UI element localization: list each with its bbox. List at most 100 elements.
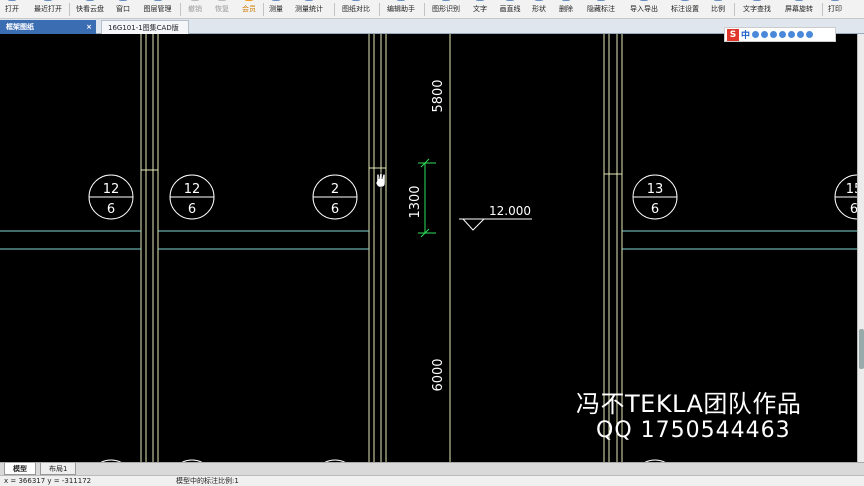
open-icon — [7, 0, 17, 1]
grid-bubble-top: 12 — [103, 182, 120, 197]
input-method-bar[interactable]: S 中 — [724, 27, 836, 42]
toolbar-redo[interactable]: 恢复 — [213, 0, 231, 19]
toolbar-text[interactable]: 文字 — [471, 0, 489, 19]
tab-model[interactable]: 模型 — [4, 463, 36, 475]
dimension-5800: 5800 — [431, 79, 446, 112]
hand-cursor-icon — [375, 172, 386, 188]
tab-16g101-atlas[interactable]: 16G101-1图集CAD版 — [101, 20, 189, 34]
toolbar-separator — [822, 3, 823, 16]
tab-layout-1[interactable]: 布局1 — [40, 463, 77, 475]
dimension-6000: 6000 — [431, 358, 446, 391]
toolbar-layers[interactable]: 图层管理 — [141, 0, 174, 19]
scale-icon — [713, 0, 723, 1]
recognize-icon — [441, 0, 451, 1]
keyboard-icon[interactable] — [779, 31, 787, 38]
compare-icon — [351, 0, 361, 1]
main-toolbar: 打开 最近打开 快看云盘 窗口 图层管理 撤销 恢复 会员 测量 测量统计 图纸… — [0, 0, 864, 19]
stats-icon — [304, 0, 314, 1]
toolbar-open[interactable]: 打开 — [4, 0, 20, 19]
edit-icon — [396, 0, 406, 1]
tab-label: 框架图纸 — [6, 23, 34, 31]
layout-tab-bar: 模型 布局1 — [0, 462, 864, 475]
beam-lines — [0, 230, 857, 250]
cloud-icon — [85, 0, 95, 1]
toolbar-measure[interactable]: 测量 — [267, 0, 285, 19]
cad-viewer-window: 打开 最近打开 快看云盘 窗口 图层管理 撤销 恢复 会员 测量 测量统计 图纸… — [0, 0, 864, 486]
toolbar-find-text[interactable]: 文字查找 — [740, 0, 774, 19]
toolbar-undo[interactable]: 撤销 — [186, 0, 204, 19]
rotate-icon — [794, 0, 804, 1]
toolbar-separator — [334, 3, 335, 16]
grid-bubble-bottom: 6 — [850, 202, 857, 217]
line-icon — [505, 0, 515, 1]
toolbar-separator — [69, 3, 70, 16]
toolbar-import-export[interactable]: 导入导出 — [627, 0, 661, 19]
toolbar-vip[interactable]: 会员 — [240, 0, 258, 19]
toolbar-delete[interactable]: 删除 — [557, 0, 575, 19]
toolbar-scale[interactable]: 比例 — [709, 0, 727, 19]
grid-bubble-bottom: 6 — [107, 202, 115, 217]
toolbar-shape-recognize[interactable]: 图形识别 — [430, 0, 462, 19]
toolbar-separator — [263, 3, 264, 16]
skin-icon[interactable] — [788, 31, 796, 38]
toolbar-separator — [424, 3, 425, 16]
undo-icon — [190, 0, 200, 1]
toolbar-recent[interactable]: 最近打开 — [31, 0, 65, 19]
toolbar-separator — [734, 3, 735, 16]
grid-bubble-top: 2 — [331, 182, 339, 197]
toolbar-hide-annotation[interactable]: 隐藏标注 — [584, 0, 618, 19]
toolbar-separator — [379, 3, 380, 16]
ime-mode[interactable]: 中 — [741, 28, 750, 41]
mic-icon[interactable] — [770, 31, 778, 38]
toolbar-edit-helper[interactable]: 编辑助手 — [385, 0, 417, 19]
hide-icon — [596, 0, 606, 1]
moon-icon[interactable] — [752, 31, 760, 38]
toolbar-compare[interactable]: 图纸对比 — [340, 0, 372, 19]
toolbar-annotation-settings[interactable]: 标注设置 — [668, 0, 702, 19]
elevation-symbol — [459, 218, 532, 231]
watermark-line-1: 冯不TEKLA团队作品 — [576, 390, 802, 418]
ime-logo-icon: S — [727, 28, 739, 41]
annotation-scale: 模型中的标注比例:1 — [176, 477, 239, 485]
toolbar-separator — [180, 3, 181, 16]
toolbar-measure-stats[interactable]: 测量统计 — [292, 0, 326, 19]
crown-icon — [244, 0, 254, 1]
tab-label: 16G101-1图集CAD版 — [108, 24, 179, 32]
delete-icon — [561, 0, 571, 1]
toolbar-window[interactable]: 窗口 — [114, 0, 132, 19]
window-icon — [118, 0, 128, 1]
column-walls — [140, 34, 623, 462]
import-export-icon — [639, 0, 649, 1]
toolbar-cloud[interactable]: 快看云盘 — [73, 0, 107, 19]
shirt-icon[interactable] — [797, 31, 805, 38]
redo-icon — [217, 0, 227, 1]
toolbar-print[interactable]: 打印 — [826, 0, 844, 19]
toolbar-rotate-screen[interactable]: 屏幕旋转 — [782, 0, 816, 19]
scrollbar-thumb[interactable] — [859, 329, 864, 369]
vertical-scrollbar[interactable] — [857, 34, 864, 462]
find-icon — [752, 0, 762, 1]
grid-bubble-top: 15 — [846, 182, 857, 197]
toolbar-shape[interactable]: 形状 — [530, 0, 548, 19]
tab-frame-drawing[interactable]: 框架图纸 × — [0, 20, 96, 34]
punct-icon[interactable] — [761, 31, 769, 38]
toolbar-line[interactable]: 画直线 — [498, 0, 522, 19]
status-bar: x = 366317 y = -311172 模型中的标注比例:1 — [0, 475, 864, 486]
print-icon — [830, 0, 840, 1]
layers-icon — [152, 0, 163, 1]
grid-bubble-top: 13 — [647, 182, 664, 197]
settings-icon — [680, 0, 690, 1]
grid-bubble-bottom: 6 — [651, 202, 659, 217]
cursor-coordinates: x = 366317 y = -311172 — [4, 477, 92, 485]
text-icon — [475, 0, 485, 1]
watermark-line-2: QQ 1750544463 — [596, 418, 791, 443]
close-icon[interactable]: × — [86, 20, 92, 34]
dimension-1300: 1300 — [408, 185, 423, 218]
shape-icon — [534, 0, 544, 1]
grid-bubble-bottom: 6 — [188, 202, 196, 217]
elevation-label: 12.000 — [489, 204, 531, 218]
recent-icon — [43, 0, 53, 1]
grid-bubble-bottom: 6 — [331, 202, 339, 217]
tools-icon[interactable] — [806, 31, 814, 38]
ruler-icon — [271, 0, 281, 1]
